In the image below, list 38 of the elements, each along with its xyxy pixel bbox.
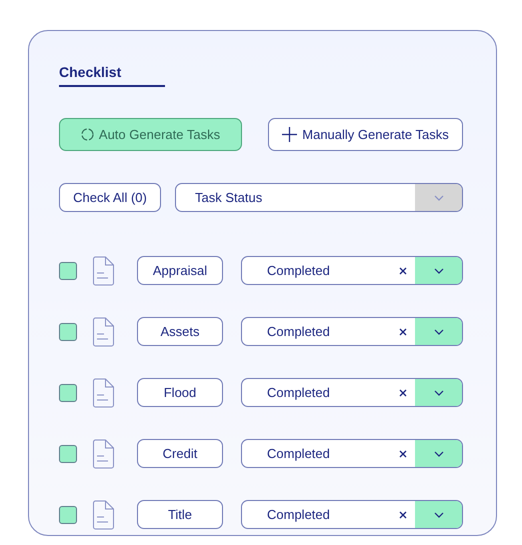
task-name-button[interactable]: Credit [137, 439, 223, 468]
task-checkbox[interactable] [59, 262, 77, 280]
task-checkbox[interactable] [59, 444, 77, 462]
check-all-button[interactable]: Check All (0) [59, 183, 161, 212]
task-name-button[interactable]: Assets [137, 317, 223, 346]
auto-generate-button[interactable]: Auto Generate Tasks [59, 118, 242, 151]
close-icon [399, 388, 407, 396]
manual-generate-button[interactable]: Manually Generate Tasks [268, 118, 463, 151]
chevron-down-icon [434, 512, 444, 518]
document-icon [92, 438, 115, 468]
document-icon [92, 256, 115, 286]
task-name-button[interactable]: Title [137, 500, 223, 529]
status-select[interactable]: Completed [241, 378, 463, 407]
chevron-down-icon [434, 450, 444, 456]
task-name-button[interactable]: Flood [137, 378, 223, 407]
status-select[interactable]: Completed [241, 500, 463, 529]
document-icon [92, 316, 115, 346]
checklist-tab[interactable]: Checklist [59, 64, 165, 87]
task-name-button[interactable]: Appraisal [137, 256, 223, 285]
close-icon [399, 450, 407, 458]
chevron-down-icon [434, 194, 444, 200]
task-checkbox[interactable] [59, 322, 77, 340]
status-select[interactable]: Completed [241, 317, 463, 346]
status-select[interactable]: Completed [241, 439, 463, 468]
status-select[interactable]: Completed [241, 256, 463, 285]
close-icon [399, 266, 407, 274]
close-icon [399, 328, 407, 336]
chevron-down-icon [434, 390, 444, 396]
task-checkbox[interactable] [59, 384, 77, 402]
task-status-select[interactable]: Task Status [175, 183, 463, 212]
document-icon [92, 378, 115, 408]
plus-icon [282, 127, 298, 142]
task-checkbox[interactable] [59, 506, 77, 524]
chevron-down-icon [434, 328, 444, 334]
chevron-down-icon [434, 268, 444, 274]
document-icon [92, 500, 115, 530]
refresh-icon [80, 128, 94, 141]
close-icon [399, 510, 407, 518]
